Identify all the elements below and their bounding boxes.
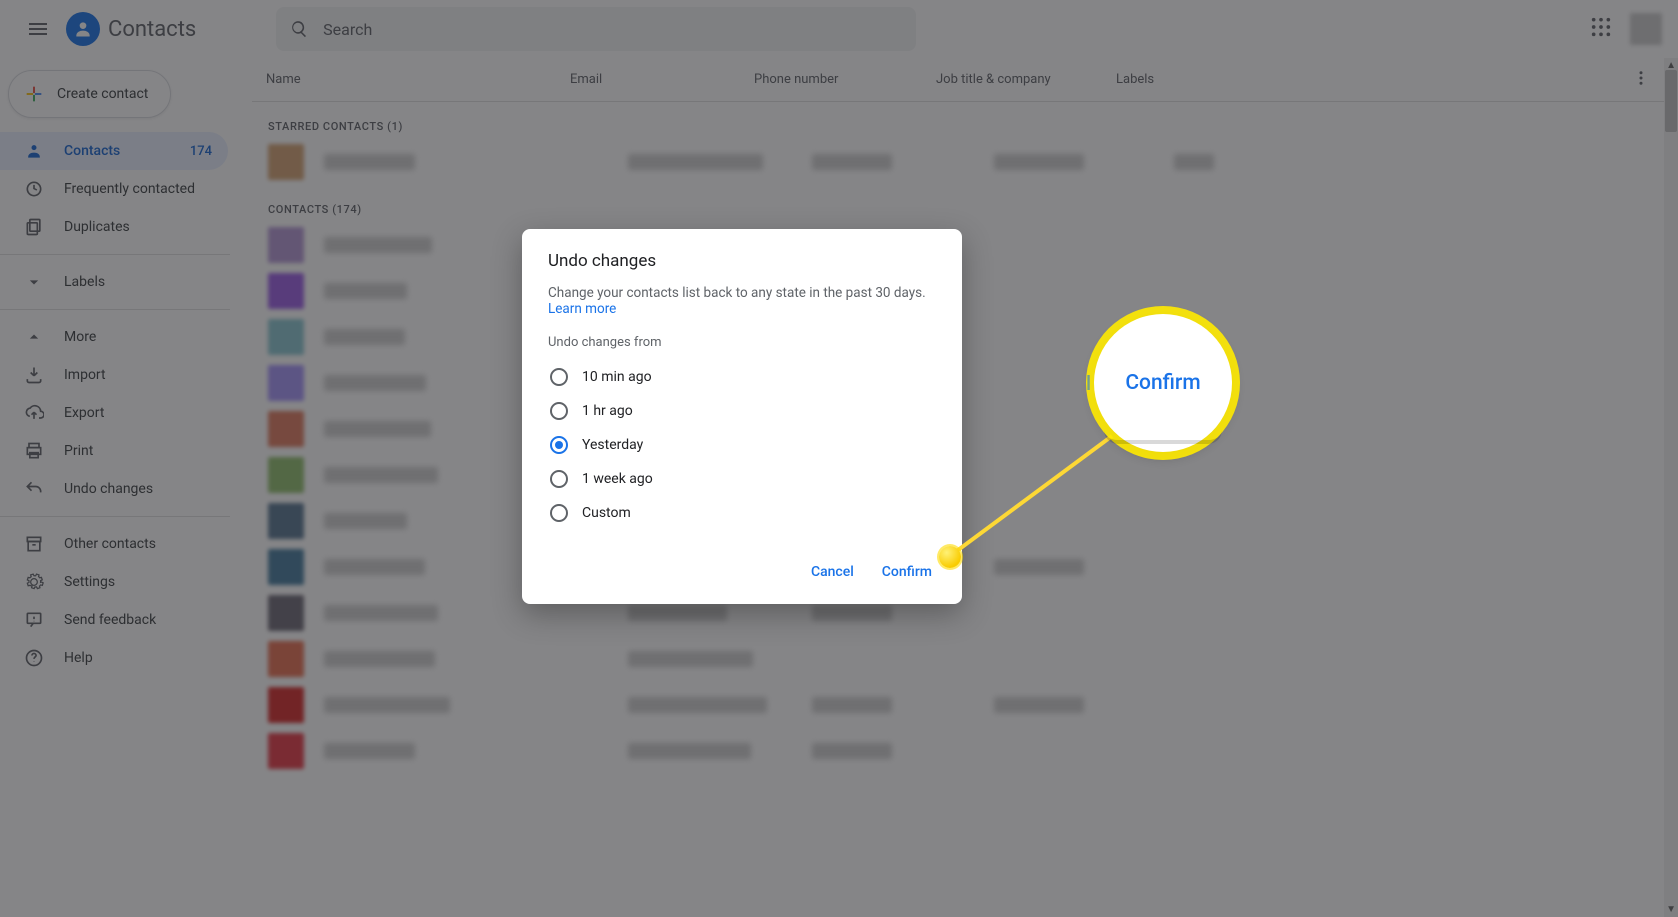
callout-label: Confirm (1125, 371, 1200, 395)
radio-label: 1 hr ago (582, 403, 633, 419)
radio-icon (550, 504, 568, 522)
radio-option-4[interactable]: Custom (548, 496, 936, 530)
radio-option-3[interactable]: 1 week ago (548, 462, 936, 496)
radio-label: Yesterday (582, 437, 643, 453)
confirm-button[interactable]: Confirm (878, 558, 936, 586)
radio-label: 1 week ago (582, 471, 653, 487)
dialog-description: Change your contacts list back to any st… (548, 285, 936, 317)
radio-label: Custom (582, 505, 631, 521)
callout-magnifier: l Confirm (1094, 314, 1232, 452)
dialog-title: Undo changes (548, 251, 936, 271)
radio-icon (550, 470, 568, 488)
radio-icon (550, 436, 568, 454)
cancel-button[interactable]: Cancel (807, 558, 858, 586)
radio-icon (550, 368, 568, 386)
radio-icon (550, 402, 568, 420)
learn-more-link[interactable]: Learn more (548, 301, 616, 317)
dialog-subhead: Undo changes from (548, 335, 936, 350)
undo-changes-dialog: Undo changes Change your contacts list b… (522, 229, 962, 604)
radio-label: 10 min ago (582, 369, 652, 385)
radio-option-1[interactable]: 1 hr ago (548, 394, 936, 428)
radio-option-0[interactable]: 10 min ago (548, 360, 936, 394)
radio-option-2[interactable]: Yesterday (548, 428, 936, 462)
callout-anchor-dot (939, 546, 961, 568)
